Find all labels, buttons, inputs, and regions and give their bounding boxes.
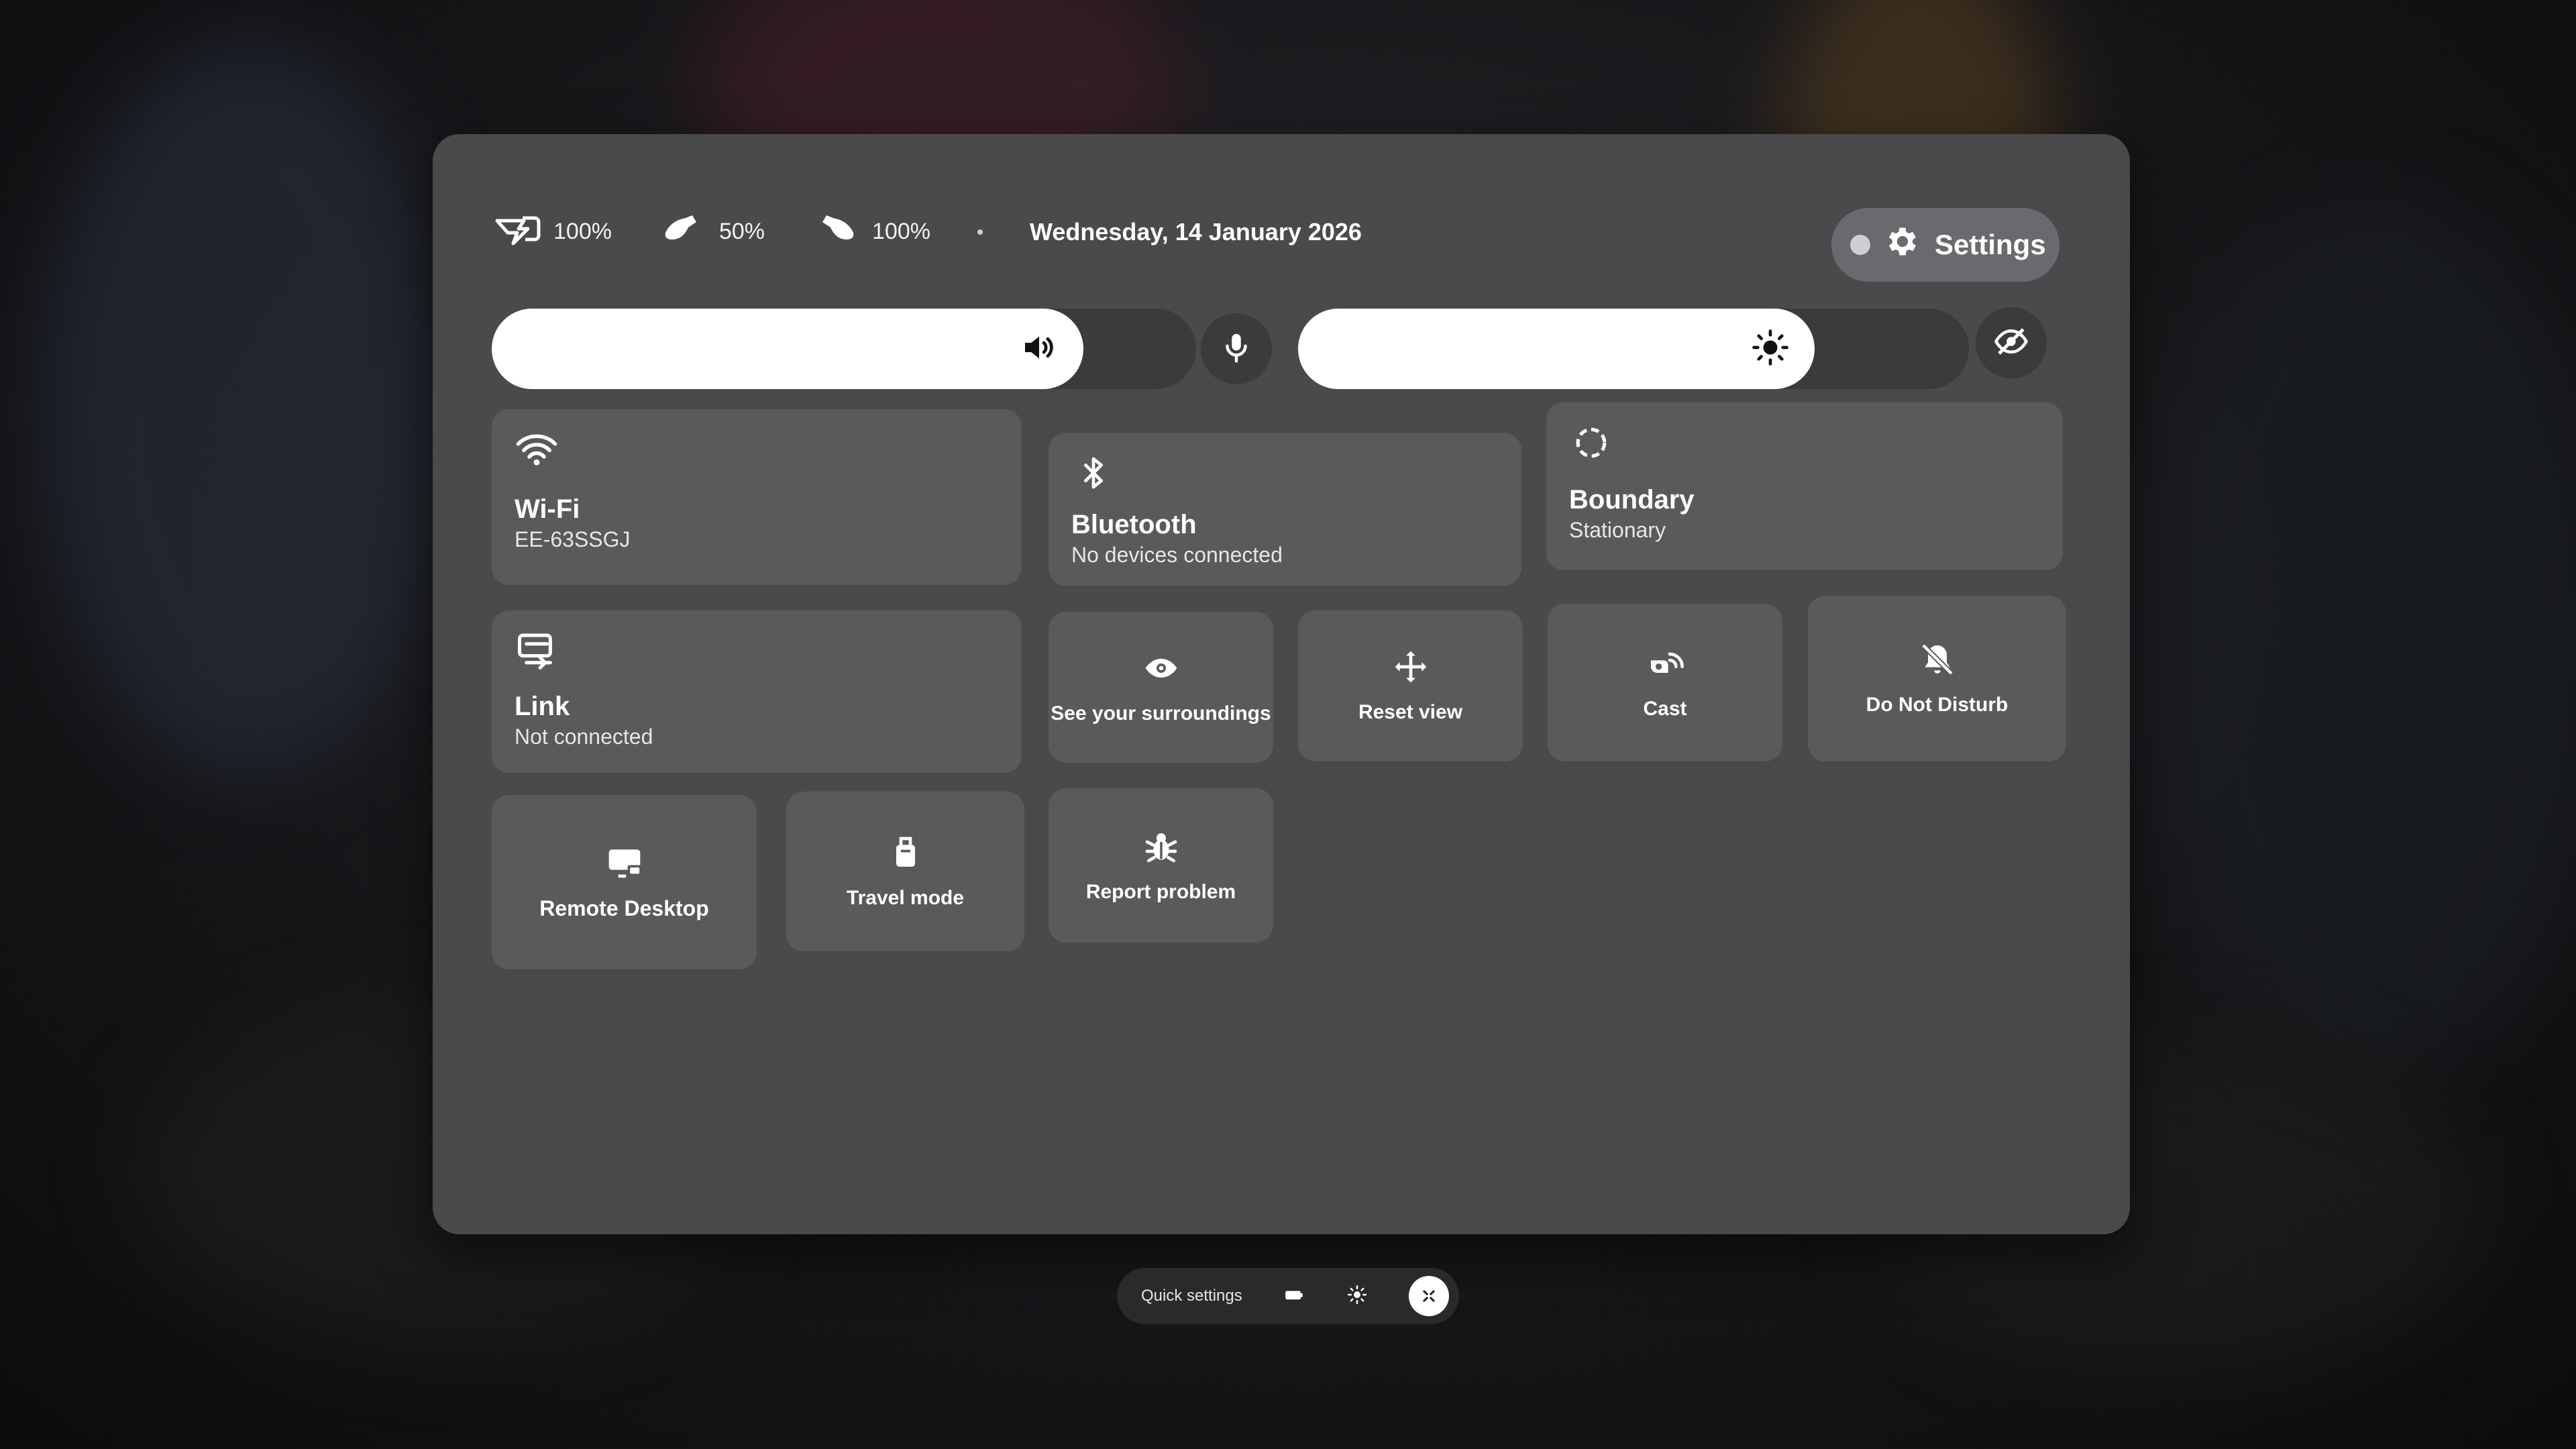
bluetooth-icon bbox=[1071, 454, 1499, 495]
brightness-icon[interactable] bbox=[1346, 1283, 1368, 1309]
battery-icon[interactable] bbox=[1283, 1283, 1305, 1309]
left-controller-battery: 50% bbox=[659, 211, 765, 252]
move-icon bbox=[1392, 648, 1430, 689]
status-row: 100% 50% 100% Wednesday, 14 January 2026 bbox=[493, 211, 1362, 252]
report-problem-tile[interactable]: Report problem bbox=[1049, 788, 1273, 943]
bluetooth-tile[interactable]: Bluetooth No devices connected bbox=[1049, 433, 1521, 586]
cast-tile[interactable]: Cast bbox=[1548, 604, 1782, 761]
close-x-icon[interactable] bbox=[1408, 1276, 1449, 1316]
volume-slider-fill[interactable] bbox=[492, 309, 1083, 389]
reset-view-tile[interactable]: Reset view bbox=[1298, 610, 1523, 761]
right-controller-battery: 100% bbox=[812, 211, 930, 252]
separator-dot bbox=[977, 229, 983, 235]
background-blur bbox=[2147, 201, 2576, 1073]
do-not-disturb-tile[interactable]: Do Not Disturb bbox=[1808, 596, 2066, 761]
left-controller-icon bbox=[659, 211, 707, 252]
right-controller-icon bbox=[812, 211, 860, 252]
headset-battery-charging-icon bbox=[493, 211, 541, 252]
reset-view-label: Reset view bbox=[1358, 701, 1463, 723]
travel-mode-tile[interactable]: Travel mode bbox=[786, 792, 1024, 951]
settings-label: Settings bbox=[1935, 229, 2046, 260]
date-label: Wednesday, 14 January 2026 bbox=[1030, 217, 1362, 246]
boundary-icon bbox=[1569, 424, 2040, 465]
wifi-icon bbox=[515, 431, 999, 472]
microphone-button[interactable] bbox=[1201, 313, 1272, 384]
settings-button[interactable]: Settings bbox=[1831, 208, 2059, 282]
brightness-slider-fill[interactable] bbox=[1298, 309, 1815, 389]
eye-off-icon bbox=[1993, 323, 2029, 363]
do-not-disturb-label: Do Not Disturb bbox=[1866, 694, 2008, 716]
bluetooth-title: Bluetooth bbox=[1071, 510, 1197, 539]
quick-settings-panel: 100% 50% 100% Wednesday, 14 January 2026… bbox=[433, 134, 2130, 1234]
travel-mode-label: Travel mode bbox=[846, 886, 965, 909]
monitor-icon bbox=[606, 843, 643, 884]
privacy-toggle-button[interactable] bbox=[1976, 307, 2047, 378]
background-blur bbox=[40, 40, 456, 778]
boundary-title: Boundary bbox=[1569, 485, 1695, 515]
remote-desktop-tile[interactable]: Remote Desktop bbox=[492, 795, 757, 969]
taskbar: Quick settings bbox=[1117, 1268, 1459, 1324]
headset-battery-value: 100% bbox=[553, 219, 612, 244]
wifi-title: Wi-Fi bbox=[515, 494, 580, 524]
speaker-icon bbox=[1020, 329, 1058, 370]
cast-label: Cast bbox=[1643, 698, 1687, 720]
link-tile[interactable]: Link Not connected bbox=[492, 610, 1022, 773]
wifi-tile[interactable]: Wi-Fi EE-63SSGJ bbox=[492, 409, 1022, 585]
eye-icon bbox=[1142, 649, 1180, 690]
bluetooth-status: No devices connected bbox=[1071, 543, 1283, 567]
quick-settings-label: Quick settings bbox=[1141, 1287, 1242, 1305]
boundary-tile[interactable]: Boundary Stationary bbox=[1546, 402, 2063, 570]
gear-icon bbox=[1884, 223, 1921, 267]
wifi-network-name: EE-63SSGJ bbox=[515, 527, 631, 551]
boundary-mode: Stationary bbox=[1569, 518, 1666, 542]
see-surroundings-tile[interactable]: See your surroundings bbox=[1049, 612, 1273, 763]
bell-off-icon bbox=[1919, 641, 1956, 682]
microphone-icon bbox=[1218, 329, 1254, 369]
report-problem-label: Report problem bbox=[1085, 880, 1236, 903]
link-status: Not connected bbox=[515, 724, 653, 749]
bug-icon bbox=[1142, 828, 1180, 869]
left-controller-value: 50% bbox=[718, 219, 765, 244]
remote-desktop-label: Remote Desktop bbox=[539, 896, 709, 920]
see-surroundings-label: See your surroundings bbox=[1051, 702, 1271, 724]
link-icon bbox=[515, 632, 999, 673]
headset-battery: 100% bbox=[493, 211, 612, 252]
brightness-slider[interactable] bbox=[1298, 309, 1969, 389]
volume-slider[interactable] bbox=[492, 309, 1196, 389]
cast-icon bbox=[1646, 645, 1684, 686]
sun-icon bbox=[1752, 329, 1789, 370]
right-controller-value: 100% bbox=[872, 219, 930, 244]
link-title: Link bbox=[515, 692, 570, 721]
luggage-icon bbox=[887, 834, 924, 875]
settings-indicator-dot bbox=[1850, 235, 1870, 255]
